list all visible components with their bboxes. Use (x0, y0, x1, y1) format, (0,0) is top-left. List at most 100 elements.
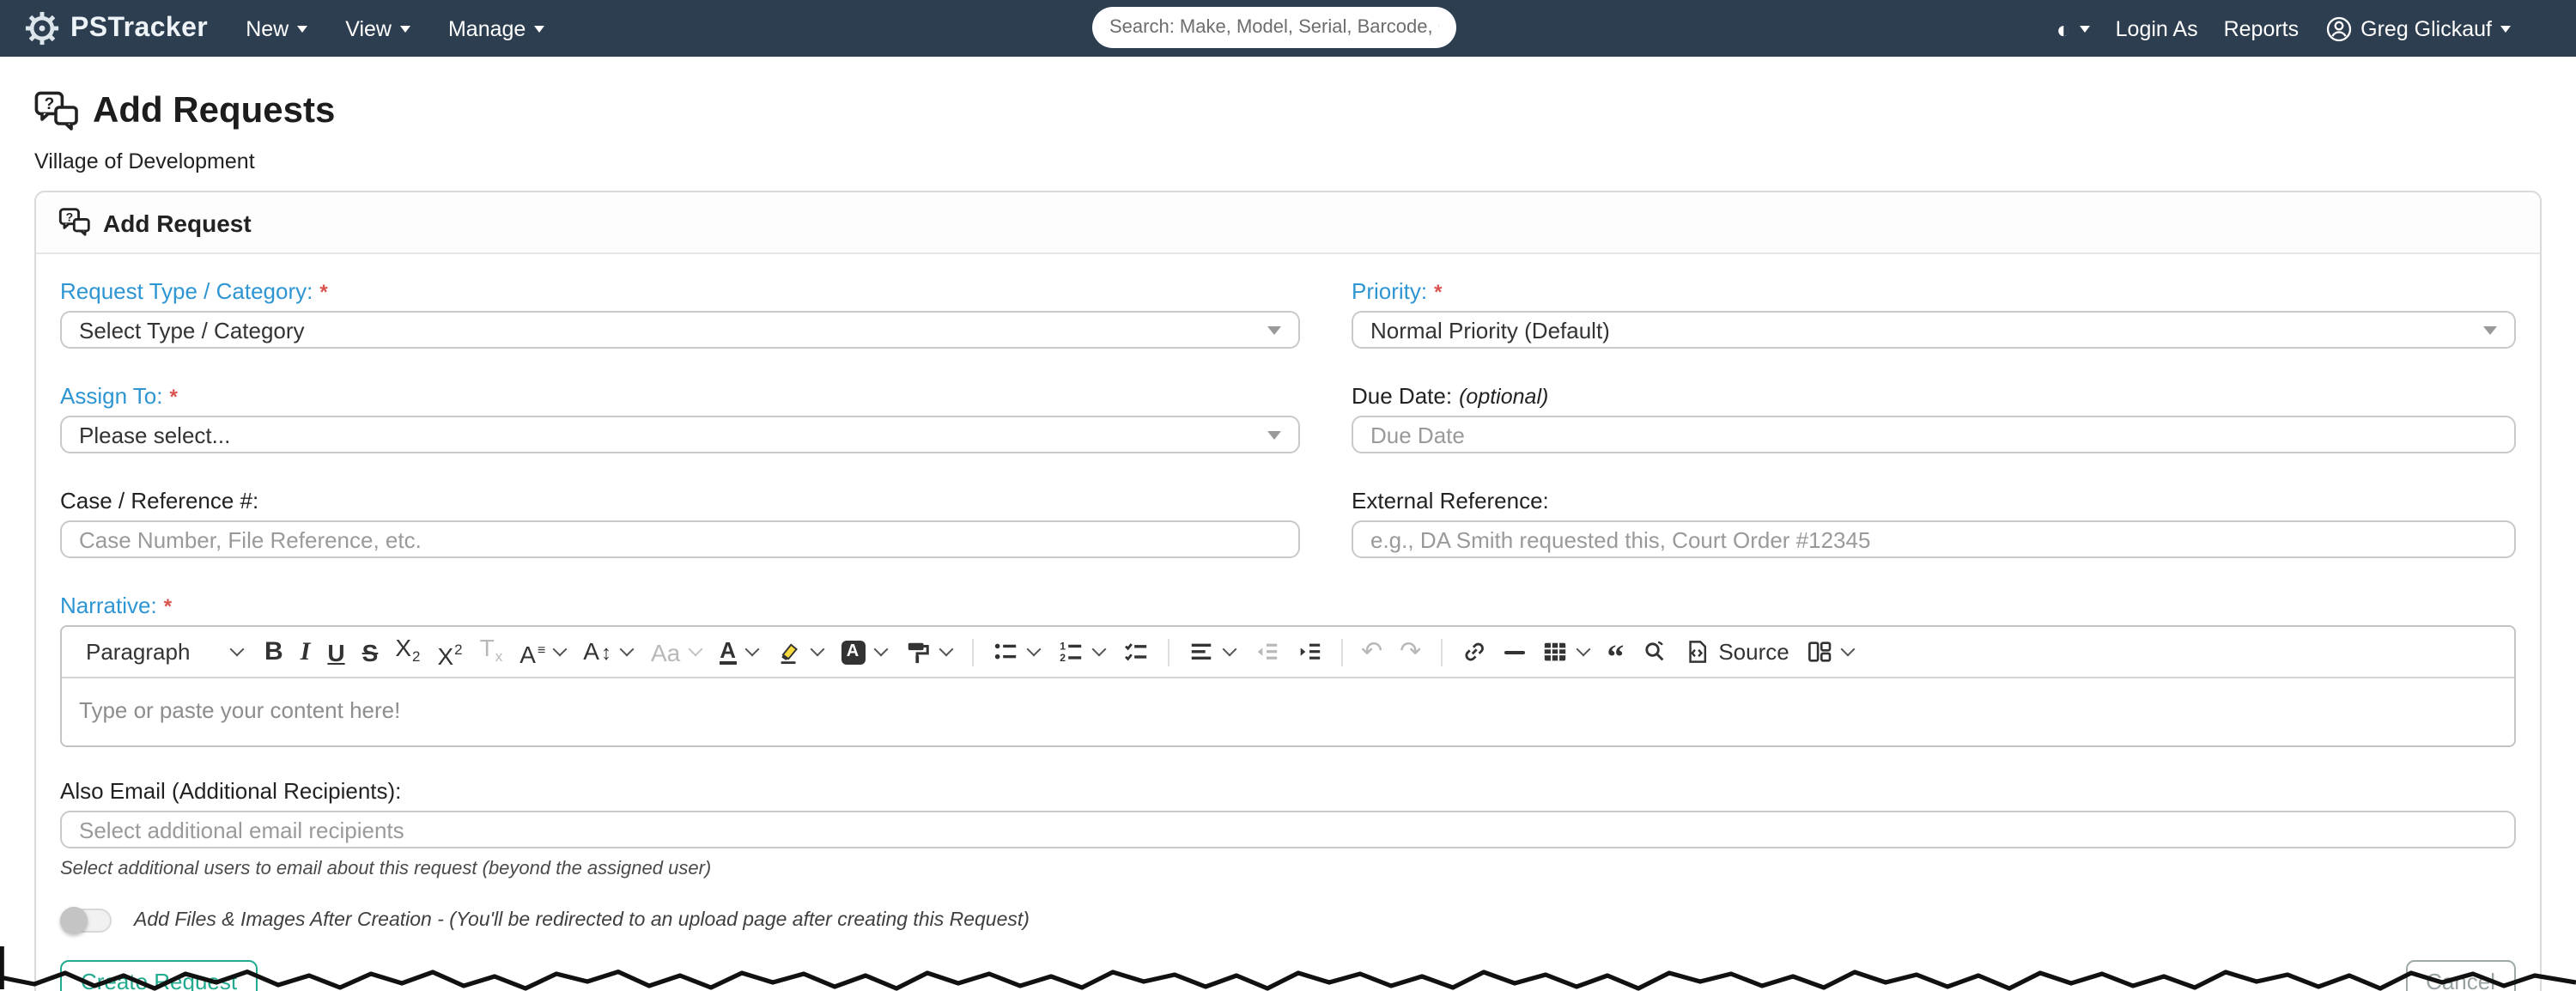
also-email-label: Also Email (Additional Recipients): (60, 778, 2516, 804)
also-email-label-text: Also Email (Additional Recipients): (60, 778, 402, 804)
request-type-label: Request Type / Category: * (60, 278, 1300, 304)
source-button[interactable]: Source (1677, 635, 1795, 668)
global-search-input[interactable] (1092, 7, 1456, 48)
underline-icon: U (327, 638, 345, 666)
chevron-down-icon (551, 641, 567, 657)
assign-to-label-text[interactable]: Assign To: (60, 383, 163, 409)
caret-down-icon (534, 26, 545, 33)
priority-select[interactable]: Normal Priority (Default) (1352, 311, 2516, 349)
chevron-down-icon (809, 641, 824, 657)
due-date-label-text: Due Date: (1352, 383, 1453, 409)
svg-text:2: 2 (1059, 652, 1065, 664)
text-case-dropdown[interactable]: Aa (644, 636, 709, 667)
heading-dropdown-value: Paragraph (86, 639, 191, 665)
rich-text-editor: Paragraph B I U S X2 X2 Tx A ≡ A ↕ Aa A … (60, 625, 2516, 747)
assign-to-label: Assign To: * (60, 383, 1300, 409)
select-caret-icon (2483, 325, 2497, 334)
horizontal-line-button[interactable] (1497, 647, 1531, 657)
create-request-button[interactable]: Create Request (60, 960, 258, 991)
subscript-button[interactable]: X2 (388, 632, 427, 672)
redo-icon: ↷ (1400, 636, 1422, 666)
link-button[interactable] (1454, 635, 1493, 668)
horizontal-line-icon (1504, 650, 1525, 654)
bulleted-list-dropdown[interactable] (985, 635, 1047, 668)
page-content: ? Add Requests Village of Development ? … (0, 91, 2576, 991)
also-email-input[interactable] (60, 811, 2516, 848)
narrative-editor-area[interactable]: Type or paste your content here! (62, 678, 2514, 745)
remove-format-button[interactable]: Tx (473, 632, 510, 672)
underline-button[interactable]: U (320, 636, 351, 667)
user-menu[interactable]: Greg Glickauf (2324, 15, 2511, 42)
find-replace-icon (1644, 641, 1663, 661)
table-dropdown[interactable] (1534, 635, 1596, 668)
font-size-icon: A ↕ (583, 637, 611, 665)
nav-right-cluster: ◐ Login As Reports Greg Glickauf (2057, 15, 2511, 42)
heading-dropdown[interactable]: Paragraph (76, 635, 254, 668)
request-type-label-text[interactable]: Request Type / Category: (60, 278, 313, 304)
style-painter-dropdown[interactable] (897, 635, 959, 668)
multi-column-dropdown[interactable] (1800, 635, 1862, 668)
brand-title: PSTracker (70, 13, 209, 42)
nav-menu-view-label: View (345, 16, 392, 40)
font-family-icon: A ≡ (519, 640, 545, 667)
numbered-list-dropdown[interactable]: 1 2 (1050, 635, 1112, 668)
cancel-button[interactable]: Cancel (2405, 960, 2516, 991)
required-asterisk: * (319, 280, 328, 304)
card-actions: Create Request Cancel (60, 960, 2516, 991)
nav-menus: New View Manage (246, 16, 545, 40)
reports-link[interactable]: Reports (2224, 16, 2300, 40)
due-date-input[interactable] (1352, 416, 2516, 453)
add-files-toggle[interactable] (60, 907, 112, 934)
indent-icon (1299, 643, 1320, 660)
add-request-card: ? Add Request Request Type / Category: * (34, 191, 2542, 991)
request-type-select[interactable]: Select Type / Category (60, 311, 1300, 349)
toolbar-divider (971, 638, 973, 666)
narrative-label-text[interactable]: Narrative: (60, 593, 157, 618)
font-background-dropdown[interactable]: A (834, 636, 894, 667)
font-color-dropdown[interactable]: A (713, 636, 765, 667)
undo-button[interactable]: ↶ (1354, 636, 1389, 667)
todo-list-icon (1124, 643, 1146, 661)
italic-button[interactable]: I (294, 636, 318, 667)
alignment-dropdown[interactable] (1181, 635, 1242, 668)
outdent-button[interactable] (1246, 635, 1285, 668)
todo-list-button[interactable] (1115, 635, 1155, 668)
chat-question-icon: ? (34, 91, 78, 131)
add-files-toggle-row: Add Files & Images After Creation - (You… (60, 907, 2516, 934)
highlighter-icon (780, 643, 797, 665)
theme-toggle-menu[interactable]: ◐ (2057, 16, 2090, 40)
bold-button[interactable]: B (258, 636, 290, 667)
chevron-down-icon (229, 641, 245, 657)
remove-format-icon: Tx (479, 634, 503, 665)
assign-to-value: Please select... (79, 422, 231, 447)
superscript-button[interactable]: X2 (430, 633, 469, 671)
font-size-dropdown[interactable]: A ↕ (576, 635, 641, 668)
card-title: Add Request (103, 209, 252, 236)
chevron-down-icon (619, 641, 635, 657)
login-as-link[interactable]: Login As (2116, 16, 2198, 40)
find-replace-button[interactable] (1634, 635, 1674, 668)
case-ref-input[interactable] (60, 520, 1300, 558)
block-quote-button[interactable]: “ (1600, 635, 1631, 674)
redo-button[interactable]: ↷ (1393, 636, 1428, 667)
nav-menu-manage[interactable]: Manage (448, 16, 545, 40)
required-asterisk: * (163, 594, 173, 618)
chevron-down-icon (1025, 641, 1041, 657)
nav-menu-view[interactable]: View (345, 16, 410, 40)
top-navbar: PSTracker New View Manage ◐ Login As Re (0, 0, 2576, 57)
assign-to-select[interactable]: Please select... (60, 416, 1300, 453)
indent-button[interactable] (1289, 635, 1328, 668)
required-asterisk: * (1434, 280, 1443, 304)
superscript-icon: X2 (437, 640, 463, 669)
strikethrough-button[interactable]: S (355, 636, 386, 667)
chevron-down-icon (688, 641, 703, 657)
font-color-icon: A (720, 636, 736, 664)
request-type-value: Select Type / Category (79, 317, 305, 343)
highlight-dropdown[interactable] (769, 635, 830, 668)
brand-link[interactable]: PSTracker (24, 10, 208, 46)
nav-menu-new[interactable]: New (246, 16, 308, 40)
priority-label-text[interactable]: Priority: (1352, 278, 1427, 304)
required-asterisk: * (169, 385, 178, 409)
font-family-dropdown[interactable]: A ≡ (513, 635, 573, 669)
external-ref-input[interactable] (1352, 520, 2516, 558)
